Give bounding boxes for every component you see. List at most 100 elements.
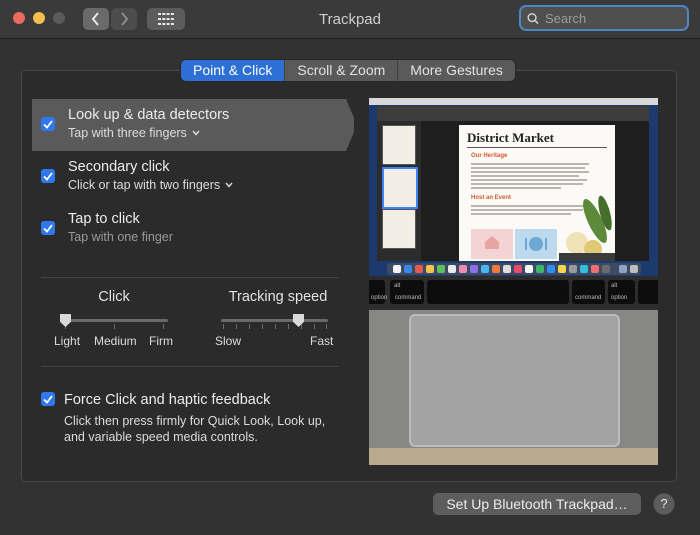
- click-slider-title: Click: [98, 289, 130, 305]
- slider-tick: [275, 324, 276, 329]
- preview-rule: [467, 147, 607, 148]
- preview-text-line: [471, 187, 561, 189]
- dock-icon: [415, 265, 423, 273]
- house-icon: [485, 236, 499, 249]
- checkmark-icon: [43, 171, 53, 181]
- dock-icon: [514, 265, 522, 273]
- tap-to-click-subtitle: Tap with one finger: [68, 230, 173, 244]
- divider: [41, 277, 339, 278]
- zoom-button[interactable]: [53, 12, 65, 24]
- checkmark-icon: [43, 394, 53, 404]
- dock-icon: [393, 265, 401, 273]
- close-button[interactable]: [13, 12, 25, 24]
- show-all-button[interactable]: [147, 8, 185, 30]
- key-label: alt: [394, 283, 401, 289]
- dock-icon: [404, 265, 412, 273]
- dock-icon: [448, 265, 456, 273]
- dock-icon: [437, 265, 445, 273]
- dock-icon: [569, 265, 577, 273]
- tab-more-gestures[interactable]: More Gestures: [398, 60, 515, 81]
- lookup-checkbox[interactable]: [41, 117, 55, 131]
- dock-icon: [470, 265, 478, 273]
- dock-icon: [481, 265, 489, 273]
- preview-thumbnail: [382, 167, 418, 209]
- tab-scroll-and-zoom[interactable]: Scroll & Zoom: [285, 60, 399, 81]
- tracking-label-fast: Fast: [310, 334, 334, 348]
- help-button[interactable]: ?: [654, 494, 674, 514]
- preview-desk: [369, 448, 658, 465]
- forward-button[interactable]: [111, 8, 137, 30]
- preview-key-command-left: alt command: [390, 280, 424, 304]
- option-lookup[interactable]: Look up & data detectors Tap with three …: [32, 99, 354, 151]
- checkmark-icon: [43, 223, 53, 233]
- minimize-button[interactable]: [33, 12, 45, 24]
- slider-tick: [288, 324, 289, 329]
- dock-icon: [426, 265, 434, 273]
- back-button[interactable]: [83, 8, 109, 30]
- preview-text-line: [471, 167, 585, 169]
- preview-vegetables-image: [559, 195, 615, 261]
- preview-document-page: District Market Our Heritage Host an Eve…: [459, 125, 615, 261]
- preview-key-option-left: option: [369, 280, 387, 304]
- secondary-click-subtitle: Click or tap with two fingers: [68, 178, 221, 192]
- dock-icon: [630, 265, 638, 273]
- preview-key-arrow: [638, 280, 658, 304]
- lookup-subtitle: Tap with three fingers: [68, 126, 187, 140]
- slider-tick: [236, 324, 237, 329]
- plate-icon: [525, 237, 547, 251]
- search-input[interactable]: [543, 9, 687, 27]
- preview-trackpad: [409, 314, 620, 447]
- dock-icon: [619, 265, 627, 273]
- preview-thumbnail: [382, 125, 416, 165]
- force-click-checkbox[interactable]: [41, 392, 55, 406]
- lookup-title: Look up & data detectors: [68, 107, 230, 123]
- preview-home-tile: [471, 229, 513, 259]
- dock-icon: [492, 265, 500, 273]
- dock-icon: [503, 265, 511, 273]
- click-label-firm: Firm: [149, 334, 173, 348]
- settings-panel: Look up & data detectors Tap with three …: [21, 70, 677, 482]
- key-label: option: [611, 295, 628, 301]
- preview-document-title: District Market: [467, 130, 554, 145]
- divider: [41, 366, 339, 367]
- dock-icon: [547, 265, 555, 273]
- force-click-description: Click then press firmly for Quick Look, …: [64, 414, 326, 444]
- tab-point-and-click[interactable]: Point & Click: [181, 60, 286, 81]
- secondary-click-gesture-select[interactable]: Click or tap with two fingers: [68, 178, 233, 192]
- option-tap-to-click[interactable]: Tap to click Tap with one finger: [32, 203, 354, 255]
- preview-menu-bar: [369, 98, 658, 105]
- slider-tick: [326, 324, 327, 329]
- chevron-down-icon: [225, 182, 233, 188]
- tracking-slider-track[interactable]: [221, 319, 328, 322]
- title-bar: Trackpad: [0, 0, 700, 39]
- key-label: command: [575, 295, 602, 301]
- slider-tick: [223, 324, 224, 329]
- key-label: command: [395, 295, 422, 301]
- preview-dining-tile: [515, 229, 557, 259]
- lookup-gesture-select[interactable]: Tap with three fingers: [68, 126, 200, 140]
- click-label-light: Light: [54, 334, 81, 348]
- preview-key-command-right: command: [572, 280, 605, 304]
- preview-toolbar: [377, 106, 649, 121]
- dock-icon: [459, 265, 467, 273]
- gesture-preview-video: District Market Our Heritage Host an Eve…: [369, 98, 658, 465]
- dock-icon: [580, 265, 588, 273]
- preview-laptop-screen: District Market Our Heritage Host an Eve…: [369, 98, 658, 276]
- preview-document-canvas: District Market Our Heritage Host an Eve…: [421, 121, 649, 261]
- tap-to-click-checkbox[interactable]: [41, 221, 55, 235]
- preview-key-option-right: alt option: [608, 280, 635, 304]
- preview-key-space: [427, 280, 569, 304]
- tab-bar: Point & Click Scroll & Zoom More Gesture…: [181, 60, 515, 81]
- click-label-medium: Medium: [94, 334, 137, 348]
- dock-icon: [591, 265, 599, 273]
- secondary-click-title: Secondary click: [68, 159, 170, 175]
- search-field[interactable]: [519, 5, 689, 31]
- checkmark-icon: [43, 119, 53, 129]
- preview-text-line: [471, 179, 587, 181]
- dock-icon: [558, 265, 566, 273]
- click-slider-track[interactable]: [60, 319, 168, 322]
- preview-page-thumbnails: [377, 121, 421, 261]
- setup-bluetooth-trackpad-button[interactable]: Set Up Bluetooth Trackpad…: [433, 493, 641, 515]
- option-secondary-click[interactable]: Secondary click Click or tap with two fi…: [32, 151, 354, 203]
- secondary-click-checkbox[interactable]: [41, 169, 55, 183]
